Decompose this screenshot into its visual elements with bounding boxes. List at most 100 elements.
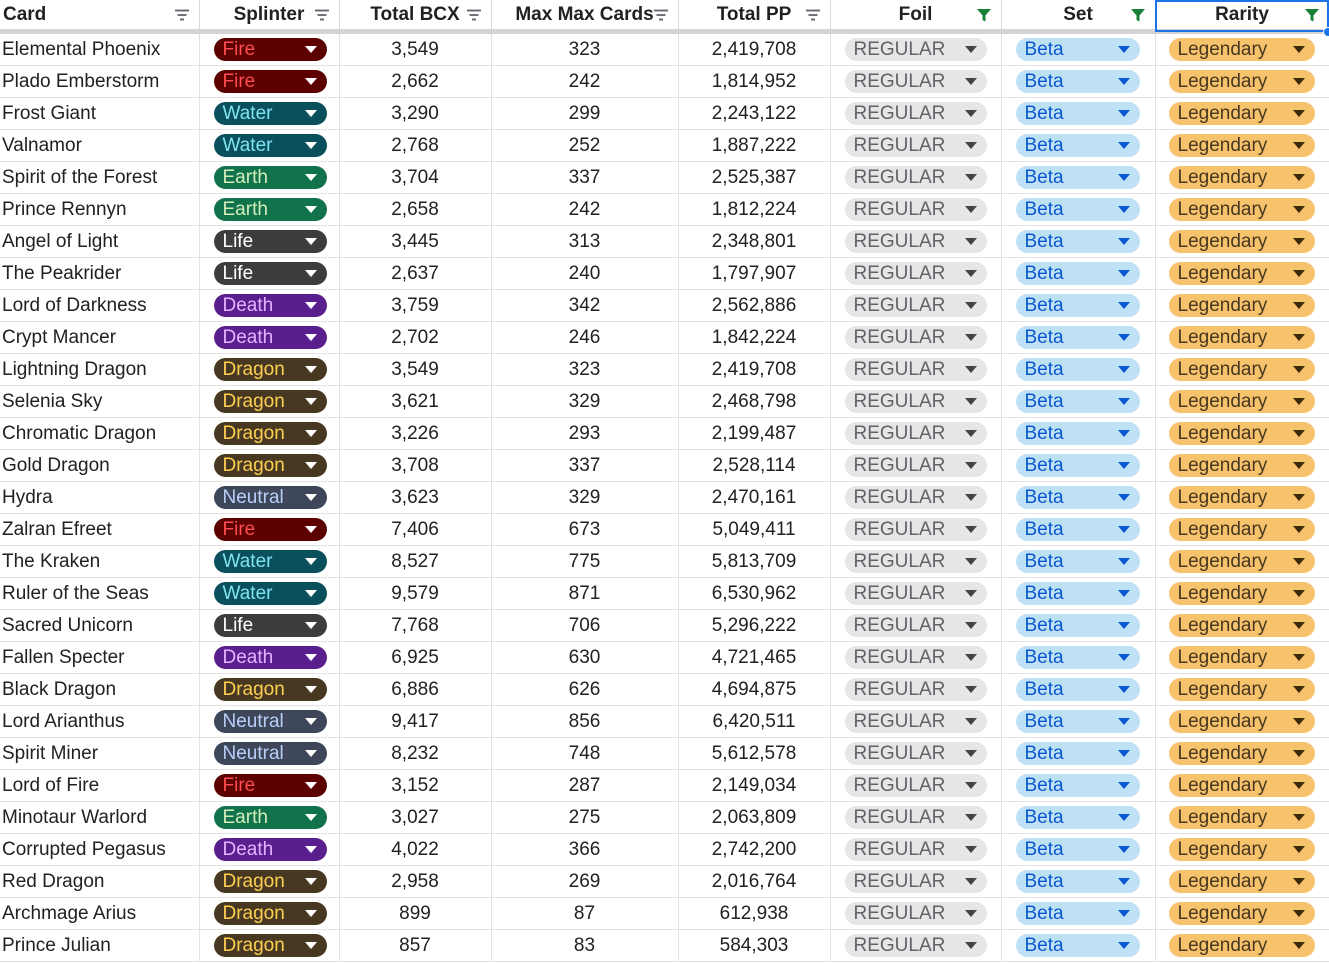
set-dropdown[interactable]: Beta: [1015, 774, 1140, 797]
max-cards-cell[interactable]: 83: [491, 929, 679, 962]
rarity-dropdown[interactable]: Legendary: [1168, 294, 1315, 317]
splinter-dropdown[interactable]: Fire: [213, 38, 327, 61]
splinter-cell[interactable]: Water: [199, 577, 340, 610]
rarity-dropdown[interactable]: Legendary: [1168, 742, 1315, 765]
set-cell[interactable]: Beta: [1001, 737, 1156, 770]
card-name-cell[interactable]: Prince Julian: [0, 929, 200, 962]
card-name-cell[interactable]: Sacred Unicorn: [0, 609, 200, 642]
rarity-dropdown[interactable]: Legendary: [1168, 390, 1315, 413]
rarity-cell[interactable]: Legendary: [1155, 353, 1329, 386]
set-dropdown[interactable]: Beta: [1015, 326, 1140, 349]
set-cell[interactable]: Beta: [1001, 705, 1156, 738]
foil-cell[interactable]: REGULAR: [830, 97, 1002, 130]
rarity-dropdown[interactable]: Legendary: [1168, 70, 1315, 93]
max-cards-cell[interactable]: 240: [491, 257, 679, 290]
total-pp-cell[interactable]: 5,049,411: [678, 513, 831, 546]
splinter-cell[interactable]: Water: [199, 97, 340, 130]
set-dropdown[interactable]: Beta: [1015, 518, 1140, 541]
column-header-set[interactable]: Set: [1001, 0, 1156, 34]
set-dropdown[interactable]: Beta: [1015, 742, 1140, 765]
max-cards-cell[interactable]: 269: [491, 865, 679, 898]
foil-dropdown[interactable]: REGULAR: [844, 134, 987, 157]
total-bcx-cell[interactable]: 3,708: [339, 449, 492, 482]
filter-active-icon[interactable]: [1129, 6, 1147, 24]
rarity-dropdown[interactable]: Legendary: [1168, 614, 1315, 637]
set-dropdown[interactable]: Beta: [1015, 454, 1140, 477]
splinter-dropdown[interactable]: Dragon: [213, 934, 327, 957]
splinter-cell[interactable]: Dragon: [199, 897, 340, 930]
foil-dropdown[interactable]: REGULAR: [844, 70, 987, 93]
max-cards-cell[interactable]: 366: [491, 833, 679, 866]
rarity-cell[interactable]: Legendary: [1155, 225, 1329, 258]
max-cards-cell[interactable]: 299: [491, 97, 679, 130]
splinter-dropdown[interactable]: Life: [213, 262, 327, 285]
total-pp-cell[interactable]: 2,063,809: [678, 801, 831, 834]
set-dropdown[interactable]: Beta: [1015, 38, 1140, 61]
rarity-dropdown[interactable]: Legendary: [1168, 710, 1315, 733]
max-cards-cell[interactable]: 242: [491, 193, 679, 226]
max-cards-cell[interactable]: 706: [491, 609, 679, 642]
splinter-cell[interactable]: Dragon: [199, 673, 340, 706]
set-cell[interactable]: Beta: [1001, 801, 1156, 834]
card-name-cell[interactable]: Lord of Darkness: [0, 289, 200, 322]
rarity-dropdown[interactable]: Legendary: [1168, 198, 1315, 221]
foil-dropdown[interactable]: REGULAR: [844, 38, 987, 61]
max-cards-cell[interactable]: 323: [491, 353, 679, 386]
set-dropdown[interactable]: Beta: [1015, 422, 1140, 445]
filter-icon[interactable]: [313, 6, 331, 24]
filter-icon[interactable]: [465, 6, 483, 24]
card-name-cell[interactable]: Selenia Sky: [0, 385, 200, 418]
set-dropdown[interactable]: Beta: [1015, 710, 1140, 733]
rarity-dropdown[interactable]: Legendary: [1168, 358, 1315, 381]
splinter-cell[interactable]: Life: [199, 609, 340, 642]
card-name-cell[interactable]: Archmage Arius: [0, 897, 200, 930]
max-cards-cell[interactable]: 871: [491, 577, 679, 610]
rarity-dropdown[interactable]: Legendary: [1168, 806, 1315, 829]
set-dropdown[interactable]: Beta: [1015, 806, 1140, 829]
max-cards-cell[interactable]: 337: [491, 449, 679, 482]
rarity-dropdown[interactable]: Legendary: [1168, 102, 1315, 125]
total-bcx-cell[interactable]: 9,417: [339, 705, 492, 738]
total-pp-cell[interactable]: 5,612,578: [678, 737, 831, 770]
foil-dropdown[interactable]: REGULAR: [844, 710, 987, 733]
set-cell[interactable]: Beta: [1001, 545, 1156, 578]
splinter-dropdown[interactable]: Water: [213, 582, 327, 605]
splinter-cell[interactable]: Dragon: [199, 353, 340, 386]
total-bcx-cell[interactable]: 3,549: [339, 353, 492, 386]
foil-cell[interactable]: REGULAR: [830, 577, 1002, 610]
rarity-dropdown[interactable]: Legendary: [1168, 422, 1315, 445]
splinter-dropdown[interactable]: Fire: [213, 518, 327, 541]
total-pp-cell[interactable]: 584,303: [678, 929, 831, 962]
foil-dropdown[interactable]: REGULAR: [844, 934, 987, 957]
max-cards-cell[interactable]: 329: [491, 385, 679, 418]
set-dropdown[interactable]: Beta: [1015, 550, 1140, 573]
foil-dropdown[interactable]: REGULAR: [844, 198, 987, 221]
splinter-cell[interactable]: Neutral: [199, 737, 340, 770]
set-cell[interactable]: Beta: [1001, 193, 1156, 226]
max-cards-cell[interactable]: 287: [491, 769, 679, 802]
splinter-cell[interactable]: Dragon: [199, 417, 340, 450]
rarity-cell[interactable]: Legendary: [1155, 609, 1329, 642]
set-dropdown[interactable]: Beta: [1015, 838, 1140, 861]
rarity-cell[interactable]: Legendary: [1155, 289, 1329, 322]
card-name-cell[interactable]: Minotaur Warlord: [0, 801, 200, 834]
rarity-dropdown[interactable]: Legendary: [1168, 486, 1315, 509]
rarity-cell[interactable]: Legendary: [1155, 673, 1329, 706]
set-dropdown[interactable]: Beta: [1015, 614, 1140, 637]
max-cards-cell[interactable]: 856: [491, 705, 679, 738]
foil-cell[interactable]: REGULAR: [830, 129, 1002, 162]
total-pp-cell[interactable]: 6,530,962: [678, 577, 831, 610]
max-cards-cell[interactable]: 342: [491, 289, 679, 322]
total-pp-cell[interactable]: 612,938: [678, 897, 831, 930]
card-name-cell[interactable]: The Peakrider: [0, 257, 200, 290]
splinter-dropdown[interactable]: Neutral: [213, 742, 327, 765]
set-dropdown[interactable]: Beta: [1015, 870, 1140, 893]
splinter-dropdown[interactable]: Dragon: [213, 678, 327, 701]
foil-dropdown[interactable]: REGULAR: [844, 902, 987, 925]
splinter-cell[interactable]: Fire: [199, 769, 340, 802]
card-name-cell[interactable]: Ruler of the Seas: [0, 577, 200, 610]
rarity-cell[interactable]: Legendary: [1155, 97, 1329, 130]
foil-dropdown[interactable]: REGULAR: [844, 326, 987, 349]
splinter-dropdown[interactable]: Earth: [213, 806, 327, 829]
max-cards-cell[interactable]: 323: [491, 31, 679, 66]
